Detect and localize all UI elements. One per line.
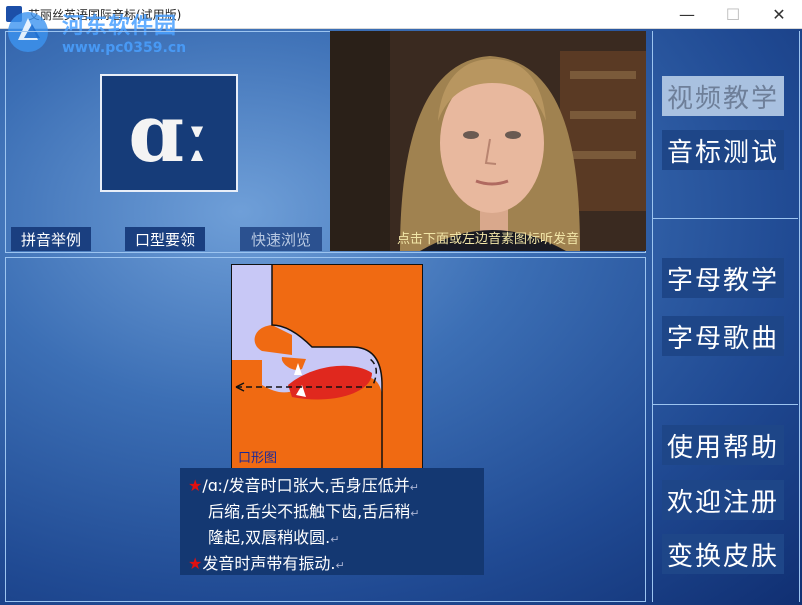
- app-icon: [6, 6, 22, 22]
- help-button[interactable]: 使用帮助: [662, 425, 784, 465]
- description-line-3: 隆起,双唇稍收圆.↵: [208, 528, 340, 547]
- phonetic-symbol-card[interactable]: ɑː: [100, 74, 238, 192]
- return-mark-icon: ↵: [330, 533, 340, 546]
- title-bar[interactable]: 艾丽丝英语国际音标(试用版) — ☐ ✕: [0, 0, 802, 29]
- phonetic-test-button[interactable]: 音标测试: [662, 130, 784, 170]
- close-button[interactable]: ✕: [756, 0, 802, 28]
- mouth-shape-button[interactable]: 口型要领: [125, 227, 205, 251]
- mouth-diagram: 口形图: [231, 264, 423, 470]
- quick-browse-button[interactable]: 快速浏览: [240, 227, 322, 251]
- app-window: 艾丽丝英语国际音标(试用版) — ☐ ✕ 河东软件园 www.pc0359.cn…: [0, 0, 802, 605]
- video-frame-image: [330, 31, 646, 251]
- return-mark-icon: ↵: [335, 559, 345, 572]
- video-caption: 点击下面或左边音素图标听发音: [396, 232, 579, 247]
- star-icon: ★: [188, 554, 203, 573]
- phonetic-symbol: ɑː: [128, 86, 211, 180]
- star-icon: ★: [188, 476, 203, 495]
- change-skin-button[interactable]: 变换皮肤: [662, 534, 784, 574]
- return-mark-icon: ↵: [409, 481, 419, 494]
- window-title: 艾丽丝英语国际音标(试用版): [28, 8, 182, 22]
- description-line-1: ★/ɑː/发音时口张大,舌身压低并↵: [188, 476, 419, 495]
- description-line-4: ★发音时声带有振动.↵: [188, 554, 345, 573]
- minimize-button[interactable]: —: [664, 0, 710, 28]
- register-button[interactable]: 欢迎注册: [662, 480, 784, 520]
- description-line-2: 后缩,舌尖不抵触下齿,舌后稍↵: [208, 502, 420, 521]
- maximize-button[interactable]: ☐: [710, 0, 756, 28]
- video-teaching-button[interactable]: 视频教学: [662, 76, 784, 116]
- mouth-cross-section-icon: [232, 265, 422, 469]
- video-player[interactable]: 点击下面或左边音素图标听发音: [330, 31, 646, 251]
- alphabet-song-button[interactable]: 字母歌曲: [662, 316, 784, 356]
- side-divider-1: [652, 218, 798, 219]
- pinyin-example-button[interactable]: 拼音举例: [11, 227, 91, 251]
- side-divider-2: [652, 404, 798, 405]
- alphabet-teaching-button[interactable]: 字母教学: [662, 258, 784, 298]
- mouth-diagram-label: 口形图: [238, 451, 278, 466]
- pronunciation-description: ★/ɑː/发音时口张大,舌身压低并↵ 后缩,舌尖不抵触下齿,舌后稍↵ 隆起,双唇…: [180, 468, 484, 575]
- return-mark-icon: ↵: [410, 507, 420, 520]
